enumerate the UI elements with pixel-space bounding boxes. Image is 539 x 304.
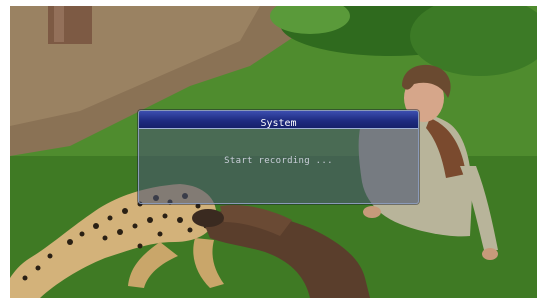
system-dialog: System Start recording ... (138, 110, 419, 204)
dialog-title-bar: System (139, 111, 418, 129)
dialog-body: Start recording ... (139, 129, 418, 203)
dialog-message: Start recording ... (224, 156, 333, 166)
dialog-title: System (260, 118, 297, 129)
trunk-highlight (54, 6, 64, 42)
video-screen: System Start recording ... (10, 6, 537, 298)
